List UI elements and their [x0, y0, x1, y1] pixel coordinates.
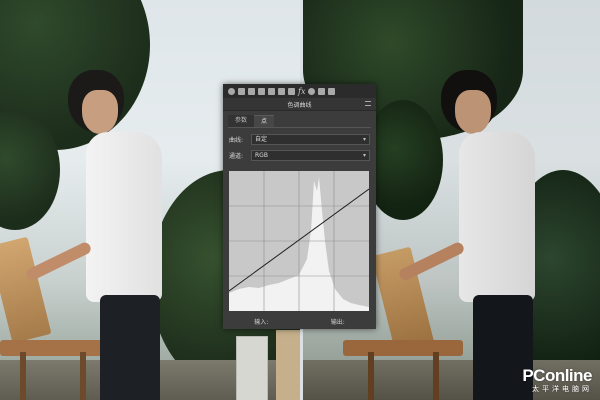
- stone-post: [236, 336, 268, 400]
- channel-label: 通道:: [229, 152, 244, 160]
- channel-row: 通道: RGB ▾: [229, 149, 370, 161]
- dialog-title: 色调曲线: [287, 101, 312, 109]
- output-label: 输出:: [330, 319, 345, 326]
- levels-icon[interactable]: [248, 87, 255, 95]
- tab-divider: [228, 127, 371, 128]
- curve-preset-value: 自定: [255, 135, 268, 143]
- camera-icon[interactable]: [308, 87, 315, 95]
- curve-preset-select[interactable]: 自定 ▾: [251, 133, 370, 145]
- clipboard-icon[interactable]: [328, 87, 335, 95]
- channel-select[interactable]: RGB ▾: [251, 149, 370, 161]
- dialog-tabs: 参数 点: [228, 115, 371, 127]
- channels-icon[interactable]: [278, 87, 285, 95]
- panel-menu-icon[interactable]: [365, 101, 371, 106]
- histogram-icon[interactable]: [238, 87, 245, 95]
- input-label: 输入:: [254, 319, 269, 326]
- curve-label: 曲线:: [229, 136, 244, 144]
- chevron-down-icon: ▾: [362, 151, 366, 159]
- paths-icon[interactable]: [288, 87, 295, 95]
- channel-value: RGB: [255, 151, 268, 159]
- dialog-titlebar: 色调曲线: [223, 98, 376, 111]
- adjustment-icon[interactable]: [228, 87, 235, 95]
- fx-icon[interactable]: fx: [298, 87, 305, 95]
- dialog-toolbar: fx: [223, 84, 376, 98]
- tab-parameters[interactable]: 参数: [228, 115, 255, 127]
- curves-dialog: fx 色调曲线 参数 点 曲线: 自定 ▾ 通道: RGB ▾ 输入: 输出:: [223, 84, 376, 329]
- watermark-brand: PConline: [522, 366, 592, 385]
- chevron-down-icon: ▾: [362, 135, 366, 143]
- watermark-subtitle: 太平洋电脑网: [532, 385, 592, 393]
- layers-icon[interactable]: [268, 87, 275, 95]
- pole: [276, 330, 302, 400]
- watermark: PConline 太平洋电脑网: [522, 366, 592, 394]
- brush-icon[interactable]: [258, 87, 265, 95]
- curve-preset-row: 曲线: 自定 ▾: [229, 133, 370, 145]
- properties-icon[interactable]: [318, 87, 325, 95]
- tab-points[interactable]: 点: [254, 115, 275, 127]
- input-output-row: 输入: 输出:: [223, 317, 376, 326]
- curve-graph[interactable]: [229, 171, 369, 311]
